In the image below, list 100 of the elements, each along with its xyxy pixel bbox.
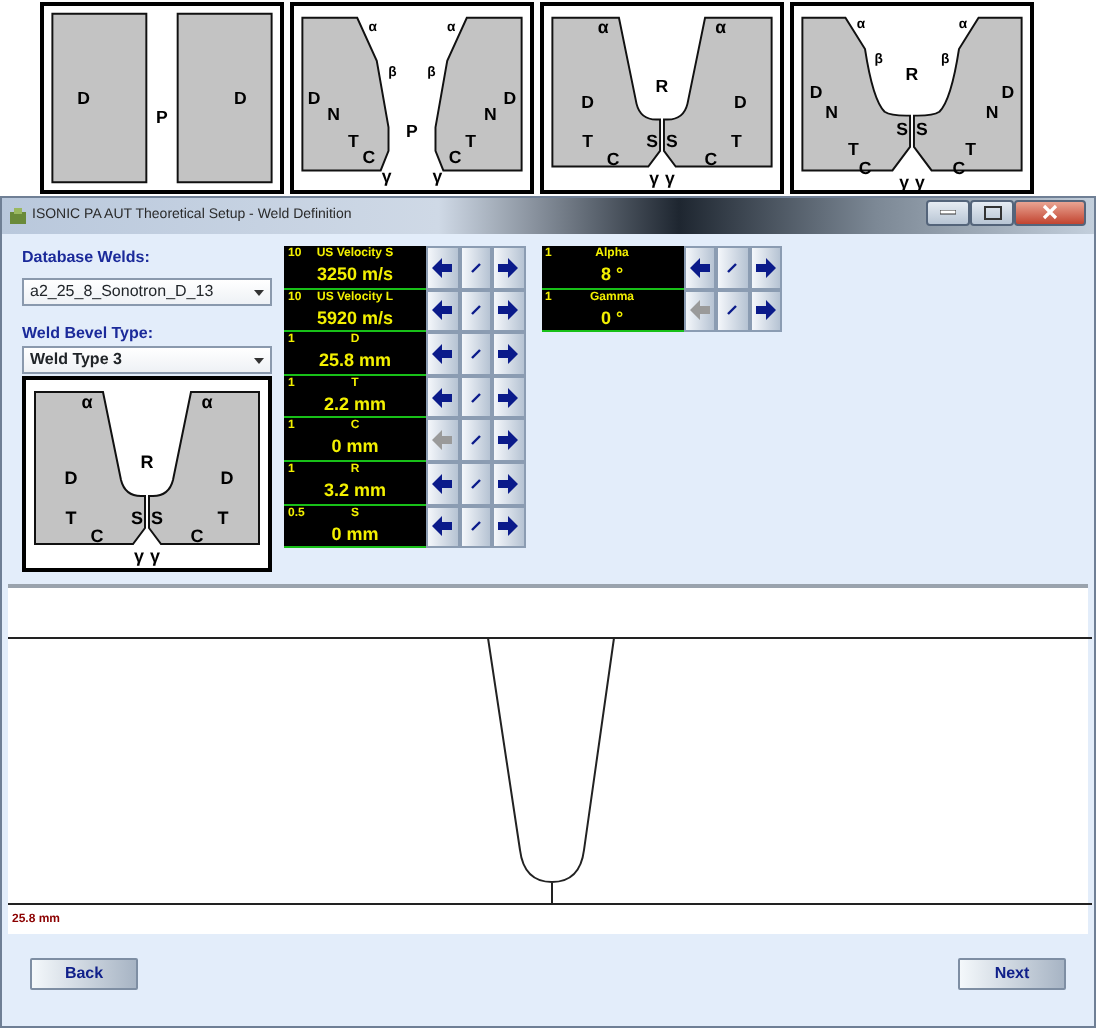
dimension-label: D xyxy=(581,91,594,112)
increase-button[interactable] xyxy=(492,505,525,549)
maximize-button[interactable] xyxy=(970,199,1014,225)
right-arrow-icon xyxy=(496,341,521,366)
decrease-button[interactable] xyxy=(426,375,459,419)
left-arrow-icon xyxy=(430,514,455,539)
left-arrow-icon xyxy=(430,471,455,496)
right-arrow-icon xyxy=(496,385,521,410)
pencil-icon xyxy=(469,391,482,404)
increase-button[interactable] xyxy=(749,246,782,290)
nav-button[interactable]: Back xyxy=(30,958,138,990)
increase-button[interactable] xyxy=(492,289,525,333)
decrease-button[interactable] xyxy=(426,246,459,290)
dimension-label: γ xyxy=(899,172,910,193)
dimension-label: γ xyxy=(134,546,144,566)
decrease-button[interactable] xyxy=(426,505,459,549)
dimension-label: D xyxy=(233,87,247,108)
parameter-value: 3.2 mm xyxy=(321,479,389,502)
dimension-label: S xyxy=(915,119,928,140)
dimension-label: D xyxy=(307,87,321,108)
pencil-icon xyxy=(726,304,739,317)
dimension-label: C xyxy=(704,148,718,169)
dimension-label: N xyxy=(327,103,341,124)
dimension-label: S xyxy=(151,508,163,528)
dimension-label: D xyxy=(503,87,517,108)
pencil-icon xyxy=(469,261,482,274)
dimension-label: P xyxy=(156,107,168,128)
right-arrow-icon xyxy=(496,514,521,539)
field-label: Weld Bevel Type: xyxy=(22,322,155,346)
parameter-value: 0 mm xyxy=(329,523,381,546)
dimension-label: S xyxy=(896,119,909,140)
decrease-button[interactable] xyxy=(426,461,459,506)
left-arrow-icon xyxy=(430,341,455,366)
increase-button[interactable] xyxy=(492,246,525,290)
dimension-label: D xyxy=(733,91,747,112)
dimension-label: N xyxy=(825,101,839,122)
dimension-label: T xyxy=(582,130,593,151)
increase-button[interactable] xyxy=(492,332,525,376)
dimension-label: R xyxy=(905,64,919,85)
dropdown-arrow-icon xyxy=(254,357,264,363)
left-arrow-icon xyxy=(430,385,455,410)
dimension-label: T xyxy=(65,508,77,528)
maximize-icon xyxy=(983,205,1001,219)
dimension-label: P xyxy=(406,121,418,142)
left-arrow-icon xyxy=(687,255,712,280)
dropdown-arrow-icon xyxy=(254,289,264,295)
right-arrow-icon xyxy=(496,428,521,453)
decrease-button[interactable] xyxy=(683,246,716,290)
parameter-value: 2.2 mm xyxy=(321,393,389,416)
decrease-button[interactable] xyxy=(426,332,459,376)
pencil-icon xyxy=(469,304,482,317)
dimension-label: D xyxy=(220,468,234,488)
dimension-label: D xyxy=(64,468,78,488)
dimension-label: γ xyxy=(432,166,443,187)
dimension-label: T xyxy=(217,508,229,528)
dimension-label: γ xyxy=(649,168,660,189)
decrease-button[interactable] xyxy=(426,289,459,333)
dimension-label: R xyxy=(140,452,154,472)
dimension-label: γ xyxy=(914,172,925,193)
dimension-label: D xyxy=(77,87,91,108)
dimension-label: S xyxy=(665,130,678,151)
nav-button[interactable]: Next xyxy=(958,958,1066,990)
close-icon xyxy=(1042,204,1058,220)
pencil-icon xyxy=(469,434,482,447)
pencil-icon xyxy=(469,477,482,490)
dimension-label: C xyxy=(190,526,204,546)
left-arrow-icon xyxy=(430,428,455,453)
left-arrow-icon xyxy=(687,298,712,323)
increase-button[interactable] xyxy=(492,461,525,506)
right-arrow-icon xyxy=(496,471,521,496)
pencil-icon xyxy=(469,347,482,360)
close-button[interactable] xyxy=(1014,199,1086,225)
dimension-label: N xyxy=(483,103,497,124)
minimize-button[interactable] xyxy=(926,199,970,225)
parameter-value: 25.8 mm xyxy=(316,350,394,373)
dimension-label: γ xyxy=(381,166,392,187)
increase-button[interactable] xyxy=(492,375,525,419)
dimension-label: C xyxy=(448,146,462,167)
left-arrow-icon xyxy=(430,298,455,323)
dimension-label: D xyxy=(1001,82,1015,102)
dimension-label: T xyxy=(347,130,359,151)
dimension-label: T xyxy=(965,138,977,159)
dimension-label: T xyxy=(731,130,742,151)
dimension-label: N xyxy=(985,101,999,122)
increase-button[interactable] xyxy=(492,418,525,462)
dimension-label: α xyxy=(597,17,609,38)
dimension-label: T xyxy=(847,138,859,159)
dimension-label: R xyxy=(655,76,669,97)
dimension-label: T xyxy=(465,130,477,151)
dimension-label: C xyxy=(606,148,620,169)
parameter-value: 8 ° xyxy=(598,264,626,286)
app-icon xyxy=(10,208,26,224)
dimension-label: α xyxy=(81,392,93,412)
weld-bevel-dropdown[interactable]: Weld Type 3 xyxy=(22,346,272,374)
parameter-value: 5920 m/s xyxy=(314,307,396,330)
left-arrow-icon xyxy=(430,255,455,280)
parameter-value: 3250 m/s xyxy=(314,264,396,286)
dimension-label: D xyxy=(809,82,823,102)
database-welds-dropdown[interactable]: a2_25_8_Sonotron_D_13 xyxy=(22,278,272,306)
parameter-value: 0 ° xyxy=(598,307,626,330)
